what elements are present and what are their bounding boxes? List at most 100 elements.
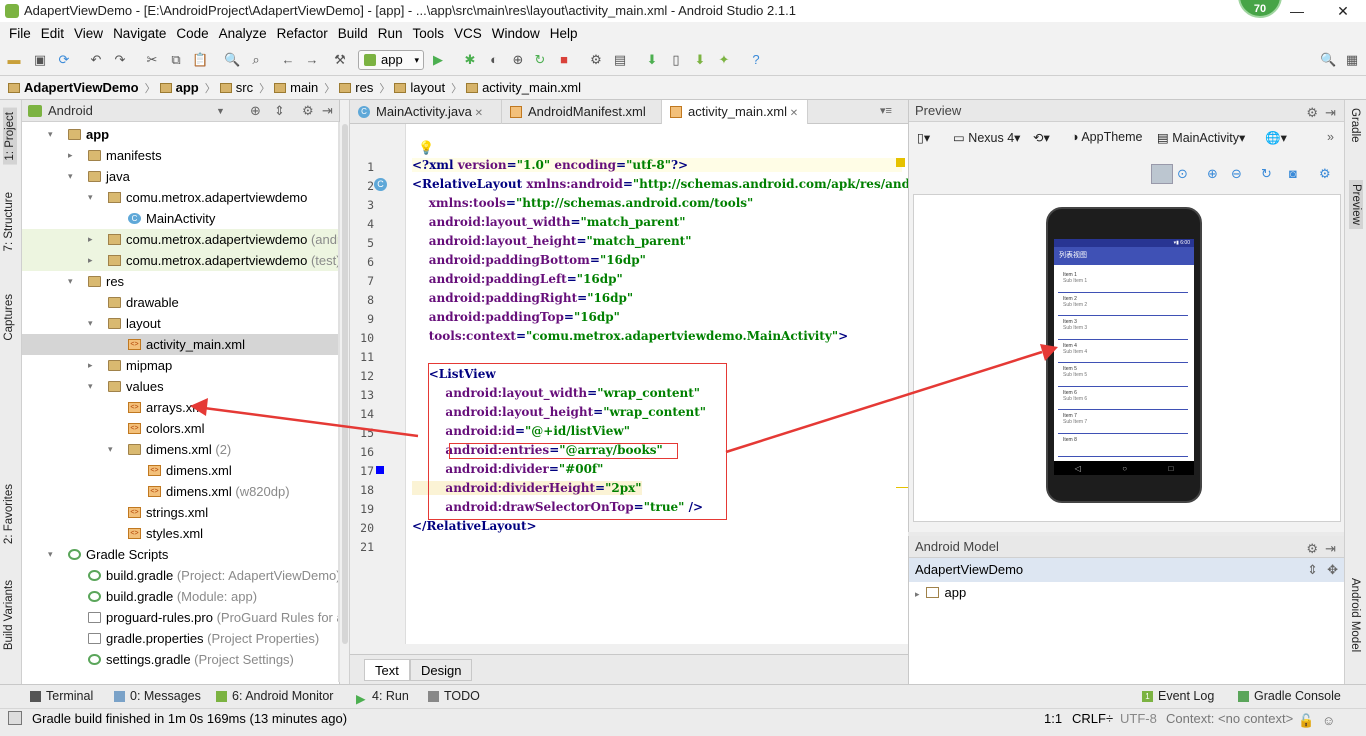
project-tool-tab[interactable]: 1: Project bbox=[3, 108, 17, 165]
editor-hscrollbar[interactable] bbox=[350, 644, 908, 654]
lightbulb-icon[interactable]: 💡 bbox=[418, 140, 434, 156]
tree-item[interactable]: <> dimens.xml (w820dp) bbox=[22, 481, 340, 502]
menu-navigate[interactable]: Navigate bbox=[108, 26, 171, 41]
menu-tools[interactable]: Tools bbox=[408, 26, 450, 41]
screenshot-icon[interactable]: ◙ bbox=[1289, 166, 1297, 181]
tree-item[interactable]: <> styles.xml bbox=[22, 523, 340, 544]
expand-all-icon[interactable]: ⇕ bbox=[1307, 558, 1318, 582]
android-device-monitor-icon[interactable]: ✦ bbox=[716, 52, 732, 68]
project-scrollbar[interactable] bbox=[340, 100, 350, 684]
code-line[interactable]: android:paddingRight="16dp" bbox=[412, 291, 633, 305]
breadcrumb-item[interactable]: activity_main.xml bbox=[466, 80, 581, 95]
find-icon[interactable]: 🔍 bbox=[224, 52, 240, 68]
menu-build[interactable]: Build bbox=[333, 26, 373, 41]
code-line[interactable]: <RelativeLayout xmlns:android="http://sc… bbox=[412, 177, 944, 191]
structure-tool-tab[interactable]: 7: Structure bbox=[3, 192, 15, 251]
avd-manager-icon[interactable]: ▯ bbox=[668, 52, 684, 68]
android-model-tool-tab[interactable]: Android Model bbox=[1349, 578, 1361, 652]
captures-tool-tab[interactable]: Captures bbox=[3, 294, 15, 341]
run-icon[interactable]: ▶ bbox=[430, 52, 446, 68]
tree-item[interactable]: ▾ Gradle Scripts bbox=[22, 544, 340, 565]
menu-view[interactable]: View bbox=[69, 26, 108, 41]
android-model-root[interactable]: AdapertViewDemo ⇕ ✥ bbox=[909, 558, 1344, 582]
toolbar-extra-icon[interactable]: ▦ bbox=[1344, 52, 1360, 68]
collapsed-arrow-icon[interactable]: ▸ bbox=[68, 145, 78, 166]
tree-item[interactable]: ▸ comu.metrox.adapertviewdemo (test) bbox=[22, 250, 341, 271]
cut-icon[interactable]: ✂ bbox=[144, 52, 160, 68]
code-editor[interactable]: 1 <?xml version="1.0" encoding="utf-8"?> 2… bbox=[350, 124, 944, 654]
build-variants-tool-tab[interactable]: Build Variants bbox=[3, 580, 15, 650]
preview-tool-tab[interactable]: Preview bbox=[1349, 180, 1363, 229]
tree-item[interactable]: proguard-rules.pro (ProGuard Rules for a… bbox=[22, 607, 363, 628]
tree-item[interactable]: build.gradle (Project: AdapertViewDemo) bbox=[22, 565, 341, 586]
breadcrumb-item[interactable]: AdapertViewDemo 〉 bbox=[8, 80, 156, 96]
tree-item[interactable]: <> arrays.xml bbox=[22, 397, 340, 418]
status-message[interactable]: Gradle build finished in 1m 0s 169ms (13… bbox=[32, 709, 347, 729]
tree-item[interactable]: ▸ manifests bbox=[22, 145, 340, 166]
tree-item[interactable]: ▾ app bbox=[22, 124, 340, 145]
project-structure-icon[interactable]: ⚙ bbox=[588, 52, 604, 68]
tree-item[interactable]: ▸ mipmap bbox=[22, 355, 340, 376]
tree-item[interactable]: ▾ layout bbox=[22, 313, 340, 334]
device-orientation-icon[interactable]: ▯▾ bbox=[917, 130, 930, 145]
collapsed-arrow-icon[interactable]: ▸ bbox=[88, 250, 98, 271]
tree-item[interactable]: <> colors.xml bbox=[22, 418, 340, 439]
tab-mainactivity-java[interactable]: C MainActivity.java ✕ bbox=[350, 100, 502, 124]
profile-icon[interactable]: ◐ bbox=[486, 52, 502, 68]
event-log-tab[interactable]: 1 Event Log bbox=[1142, 689, 1214, 703]
scroll-from-source-icon[interactable]: ⊕ bbox=[250, 103, 261, 119]
zoom-out-icon[interactable]: ⊖ bbox=[1231, 166, 1242, 182]
menu-run[interactable]: Run bbox=[373, 26, 408, 41]
messages-tab[interactable]: 0: Messages bbox=[114, 689, 201, 703]
tree-item[interactable]: <> dimens.xml bbox=[22, 460, 340, 481]
tree-item[interactable]: gradle.properties (Project Properties) bbox=[22, 628, 340, 649]
lock-icon[interactable]: 🔓 bbox=[1298, 711, 1314, 731]
terminal-tab[interactable]: Terminal bbox=[30, 689, 93, 703]
expanded-arrow-icon[interactable]: ▾ bbox=[108, 439, 118, 460]
theme-select[interactable]: ◑ AppTheme bbox=[1071, 130, 1143, 144]
expanded-arrow-icon[interactable]: ▾ bbox=[48, 544, 58, 565]
tree-item[interactable]: build.gradle (Module: app) bbox=[22, 586, 340, 607]
close-tab-icon[interactable]: ✕ bbox=[787, 108, 798, 119]
collapse-all-icon[interactable]: ⇕ bbox=[274, 103, 285, 119]
help-icon[interactable]: ? bbox=[748, 52, 764, 68]
device-select[interactable]: ▭ Nexus 4▾ bbox=[953, 130, 1020, 145]
expanded-arrow-icon[interactable]: ▾ bbox=[88, 313, 98, 334]
code-line[interactable]: <?xml version="1.0" encoding="utf-8"?> bbox=[412, 158, 902, 172]
context-indicator[interactable]: Context: <no context> bbox=[1166, 709, 1293, 729]
tree-item[interactable]: ▾ dimens.xml (2) bbox=[22, 439, 340, 460]
make-project-icon[interactable]: ⚒ bbox=[332, 52, 348, 68]
search-everywhere-icon[interactable]: 🔍 bbox=[1320, 52, 1336, 68]
tab-text[interactable]: Text bbox=[364, 659, 410, 681]
file-encoding[interactable]: UTF-8 bbox=[1120, 709, 1157, 729]
tool-windows-icon[interactable] bbox=[8, 711, 22, 725]
tab-overflow-icon[interactable]: ▾≡ bbox=[880, 104, 892, 117]
sdk-icon[interactable]: ⬇ bbox=[692, 52, 708, 68]
gear-icon[interactable]: ⚙ bbox=[302, 103, 314, 119]
todo-tab[interactable]: TODO bbox=[428, 689, 480, 703]
activity-select[interactable]: ▤ MainActivity▾ bbox=[1157, 130, 1245, 145]
code-line[interactable]: xmlns:tools="http://schemas.android.com/… bbox=[412, 196, 754, 210]
expanded-arrow-icon[interactable]: ▾ bbox=[88, 187, 98, 208]
tree-item[interactable]: C MainActivity bbox=[22, 208, 340, 229]
code-line[interactable]: tools:context="comu.metrox.adapertviewde… bbox=[412, 329, 848, 343]
paste-icon[interactable]: 📋 bbox=[192, 52, 208, 68]
tree-item[interactable]: ▾ java bbox=[22, 166, 340, 187]
stop-icon[interactable]: ■ bbox=[556, 52, 572, 68]
breadcrumb-item[interactable]: layout 〉 bbox=[394, 80, 462, 96]
hide-panel-icon[interactable]: ⇥ bbox=[322, 103, 333, 119]
favorites-tool-tab[interactable]: 2: Favorites bbox=[3, 484, 15, 544]
android-monitor-tab[interactable]: 6: Android Monitor bbox=[216, 689, 333, 703]
tree-item[interactable]: <> activity_main.xml bbox=[22, 334, 340, 355]
close-button[interactable]: ✕ bbox=[1320, 0, 1366, 22]
class-reference-icon[interactable]: C bbox=[374, 178, 387, 191]
run-tab[interactable]: ▶ 4: Run bbox=[356, 689, 409, 706]
code-line[interactable]: android:layout_height="match_parent" bbox=[412, 234, 692, 248]
undo-icon[interactable]: ↶ bbox=[88, 52, 104, 68]
code-line[interactable]: </RelativeLayout> bbox=[412, 519, 537, 533]
caret-position[interactable]: 1:1 bbox=[1044, 709, 1062, 729]
close-tab-icon[interactable]: ✕ bbox=[472, 108, 483, 119]
line-separator[interactable]: CRLF÷ bbox=[1072, 709, 1113, 729]
menu-window[interactable]: Window bbox=[487, 26, 545, 41]
gear-icon[interactable]: ⚙ bbox=[1306, 102, 1318, 124]
